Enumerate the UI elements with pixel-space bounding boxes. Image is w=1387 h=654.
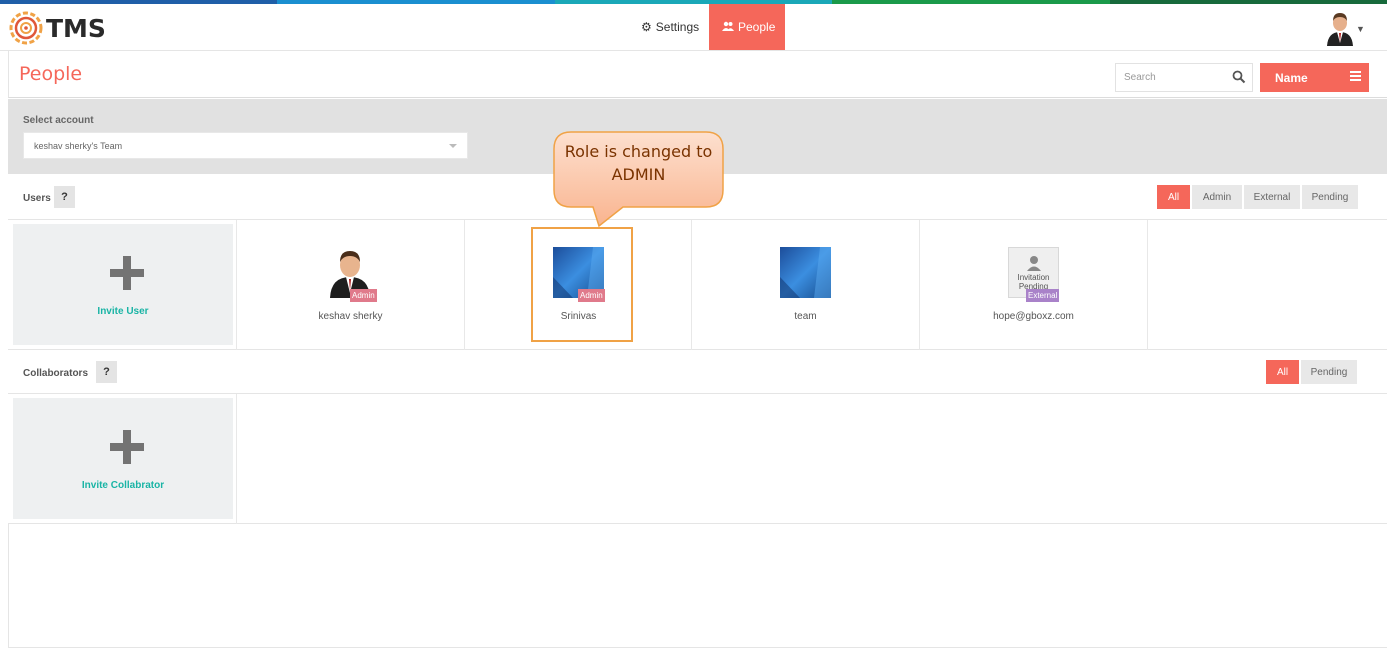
empty-content-area xyxy=(8,524,1387,648)
divider xyxy=(1147,220,1148,350)
page: TMS ⚙ Settings People ▼ People Search Na… xyxy=(0,0,1387,654)
user-card-hope[interactable]: Invitation Pending External hope@gboxz.c… xyxy=(920,220,1147,349)
plus-icon xyxy=(110,256,144,290)
users-filter-admin[interactable]: Admin xyxy=(1192,185,1242,209)
account-label: Select account xyxy=(23,115,94,126)
invite-collaborator-label: Invite Collabrator xyxy=(81,480,165,491)
search-icon[interactable] xyxy=(1232,70,1246,84)
user-name: keshav sherky xyxy=(318,311,383,322)
page-header: People Name xyxy=(8,51,1387,98)
invite-user-label: Invite User xyxy=(97,306,149,317)
user-card-team[interactable]: team xyxy=(692,220,919,349)
menu-icon xyxy=(1350,71,1361,83)
invite-user-button[interactable]: Invite User xyxy=(13,224,233,345)
collaborators-section-header: Collaborators ? All Pending xyxy=(8,350,1387,394)
collaborators-title: Collaborators xyxy=(23,368,89,379)
users-grid: Invite User Admin keshav sherky Admin Sr… xyxy=(8,220,1387,350)
external-badge: External xyxy=(1026,289,1060,302)
highlight-box xyxy=(531,227,633,342)
collaborators-grid: Invite Collabrator xyxy=(8,394,1387,524)
account-selected-value: keshav sherky's Team xyxy=(34,141,123,151)
admin-badge: Admin xyxy=(350,289,377,302)
logo-emblem-icon xyxy=(9,11,43,45)
nav-settings-label: Settings xyxy=(655,20,700,34)
gear-icon: ⚙ xyxy=(641,20,652,34)
user-name: hope@gboxz.com xyxy=(993,311,1074,322)
users-filter-external[interactable]: External xyxy=(1244,185,1300,209)
nav-people[interactable]: People xyxy=(709,4,785,50)
nav-people-label: People xyxy=(738,20,776,34)
divider xyxy=(236,394,237,524)
page-title: People xyxy=(19,63,83,85)
collaborators-help-button[interactable]: ? xyxy=(96,361,117,383)
sort-label: Name xyxy=(1275,70,1308,85)
app-logo[interactable]: TMS xyxy=(8,9,106,47)
collaborators-filter-pending[interactable]: Pending xyxy=(1301,360,1357,384)
user-card-keshav[interactable]: Admin keshav sherky xyxy=(237,220,464,349)
sort-name-button[interactable]: Name xyxy=(1260,63,1369,92)
chevron-down-icon[interactable]: ▼ xyxy=(1356,24,1365,34)
search-input[interactable] xyxy=(1116,64,1228,91)
account-select[interactable]: keshav sherky's Team xyxy=(23,132,468,159)
chevron-down-icon xyxy=(449,144,457,148)
callout-text: Role is changed to ADMIN xyxy=(553,140,724,186)
callout-line1: Role is changed to xyxy=(564,142,713,161)
users-help-button[interactable]: ? xyxy=(54,186,75,208)
invite-collaborator-button[interactable]: Invite Collabrator xyxy=(13,398,233,519)
logo-text: TMS xyxy=(46,13,106,43)
user-name: team xyxy=(794,311,817,322)
users-filter-pending[interactable]: Pending xyxy=(1302,185,1358,209)
top-navbar: TMS ⚙ Settings People ▼ xyxy=(0,4,1387,51)
blue-avatar-icon xyxy=(780,247,831,298)
users-title: Users xyxy=(23,193,51,204)
plus-icon xyxy=(110,430,144,464)
user-avatar-icon[interactable] xyxy=(1323,10,1357,46)
users-filter-all[interactable]: All xyxy=(1157,185,1190,209)
people-icon xyxy=(722,20,734,34)
collaborators-filter: All Pending xyxy=(1266,360,1357,384)
callout-line2: ADMIN xyxy=(611,165,666,184)
search-box xyxy=(1115,63,1253,92)
users-filter: All Admin External Pending xyxy=(1157,185,1358,209)
collaborators-filter-all[interactable]: All xyxy=(1266,360,1299,384)
nav-settings[interactable]: ⚙ Settings xyxy=(628,4,712,50)
